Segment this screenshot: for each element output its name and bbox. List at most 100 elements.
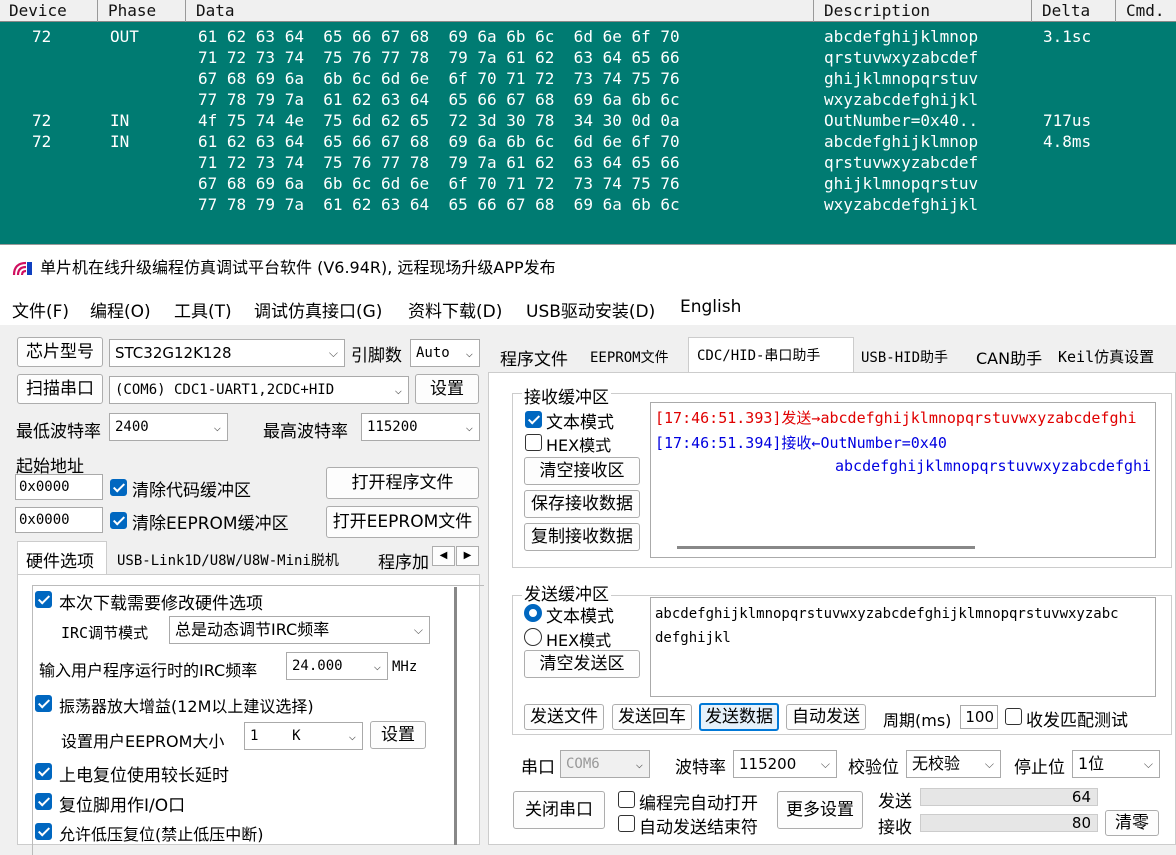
- eeprom-size-set-button[interactable]: 设置: [370, 721, 426, 749]
- column-data[interactable]: Data: [187, 0, 814, 22]
- period-input[interactable]: 100: [960, 705, 998, 729]
- tab-program-file[interactable]: 程序文件: [496, 345, 572, 370]
- analyzer-data-cell: 4f 75 74 4e 75 6d 62 65 72 3d 30 78 34 3…: [198, 111, 680, 130]
- stop-bits-label: 停止位: [1014, 758, 1065, 778]
- clear-count-button[interactable]: 清零: [1105, 810, 1159, 836]
- clear-eeprom-label: 清除EEPROM缓冲区: [132, 514, 289, 534]
- min-baud-select[interactable]: 2400 ⌵: [109, 413, 228, 441]
- analyzer-delta-cell: 3.1sc: [1043, 27, 1092, 46]
- menu-english[interactable]: English: [680, 297, 741, 317]
- clear-send-button[interactable]: 清空发送区: [524, 650, 640, 678]
- auto-open-checkbox[interactable]: [618, 791, 635, 808]
- copy-recv-button[interactable]: 复制接收数据: [524, 523, 640, 551]
- eeprom-size-select[interactable]: 1 K ⌵: [244, 722, 363, 750]
- send-textarea[interactable]: abcdefghijklmnopqrstuvwxyzabcdefghijklmn…: [650, 597, 1156, 697]
- send-data-button[interactable]: 发送数据: [699, 703, 779, 731]
- auto-end-label: 自动发送结束符: [639, 818, 758, 838]
- column-cmd[interactable]: Cmd.: [1117, 0, 1176, 22]
- serial-port-select[interactable]: COM6 ⌵: [560, 750, 650, 778]
- irc-freq-select[interactable]: 24.000 ⌵: [286, 652, 388, 680]
- analyzer-data-cell: 61 62 63 64 65 66 67 68 69 6a 6b 6c 6d 6…: [198, 27, 680, 46]
- clear-recv-button[interactable]: 清空接收区: [524, 457, 640, 485]
- send-enter-button[interactable]: 发送回车: [612, 704, 692, 730]
- pins-select[interactable]: Auto ⌵: [410, 339, 480, 367]
- send-text-line2: defghijkl: [655, 630, 731, 646]
- tab-eeprom-file[interactable]: EEPROM文件: [586, 347, 673, 367]
- stop-bits-select[interactable]: 1位 ⌵: [1072, 750, 1160, 778]
- tab-cdc-serial-helper[interactable]: CDC/HID-串口助手: [693, 345, 824, 365]
- tab-usb-link-offline[interactable]: USB-Link1D/U8W/U8W-Mini脱机: [113, 550, 343, 570]
- code-address-input[interactable]: 0x0000: [15, 474, 103, 500]
- chip-type-value: STC32G12K128: [115, 344, 232, 362]
- auto-send-button[interactable]: 自动发送: [786, 704, 866, 730]
- power-reset-checkbox[interactable]: [35, 763, 52, 780]
- parity-label: 校验位: [848, 758, 899, 778]
- recv-line-data: abcdefghijklmnopqrstuvwxyzabcdefghi: [835, 457, 1152, 475]
- recv-text-mode-checkbox[interactable]: [525, 411, 542, 428]
- open-program-file-button[interactable]: 打开程序文件: [326, 467, 479, 499]
- reset-pin-io-checkbox[interactable]: [35, 793, 52, 810]
- tab-hardware-options[interactable]: 硬件选项: [22, 547, 98, 572]
- clear-code-label: 清除代码缓冲区: [132, 481, 251, 501]
- chevron-down-icon: ⌵: [635, 757, 643, 771]
- menu-file[interactable]: 文件(F): [12, 297, 69, 322]
- power-reset-label: 上电复位使用较长延时: [59, 766, 229, 786]
- auto-end-checkbox[interactable]: [618, 815, 635, 832]
- clear-eeprom-checkbox[interactable]: [110, 512, 127, 529]
- irc-mode-value: 总是动态调节IRC频率: [175, 620, 330, 639]
- column-phase[interactable]: Phase: [99, 0, 186, 22]
- irc-mode-select[interactable]: 总是动态调节IRC频率 ⌵: [169, 616, 430, 644]
- chevron-down-icon: ⌵: [394, 383, 402, 397]
- save-recv-button[interactable]: 保存接收数据: [524, 490, 640, 518]
- column-delta[interactable]: Delta: [1033, 0, 1116, 22]
- max-baud-select[interactable]: 115200 ⌵: [361, 413, 480, 441]
- tab-can-helper[interactable]: CAN助手: [972, 345, 1046, 369]
- column-device[interactable]: Device: [0, 0, 98, 22]
- period-label: 周期(ms): [883, 711, 952, 730]
- menu-downloads[interactable]: 资料下载(D): [408, 297, 502, 322]
- analyzer-device-cell: 72: [32, 27, 52, 46]
- chevron-down-icon: ⌵: [465, 346, 473, 360]
- menu-usb-driver[interactable]: USB驱动安装(D): [526, 297, 655, 322]
- analyzer-desc-cell: abcdefghijklmnop: [824, 27, 979, 46]
- send-file-button[interactable]: 发送文件: [524, 704, 604, 730]
- tab-scroll-left-icon[interactable]: ◀: [432, 546, 455, 566]
- column-description[interactable]: Description: [815, 0, 1032, 22]
- recv-hex-mode-checkbox[interactable]: [525, 434, 542, 451]
- chip-type-button[interactable]: 芯片型号: [17, 337, 103, 367]
- send-hex-mode-radio[interactable]: [524, 628, 542, 646]
- parity-select[interactable]: 无校验 ⌵: [906, 750, 1001, 778]
- modify-hw-checkbox[interactable]: [35, 591, 52, 608]
- chevron-down-icon: ⌵: [328, 346, 338, 360]
- window-title: 单片机在线升级编程仿真调试平台软件 (V6.94R), 远程现场升级APP发布: [40, 258, 556, 277]
- tab-scroll-right-icon[interactable]: ▶: [456, 546, 479, 566]
- osc-gain-checkbox[interactable]: [35, 695, 52, 712]
- recv-textarea[interactable]: [17:46:51.393]发送→abcdefghijklmnopqrstuvw…: [650, 402, 1156, 558]
- tab-usb-hid-helper[interactable]: USB-HID助手: [857, 347, 952, 367]
- eeprom-address-input[interactable]: 0x0000: [15, 507, 103, 533]
- send-text-mode-label: 文本模式: [546, 607, 614, 627]
- recv-hscroll-thumb[interactable]: [677, 546, 975, 549]
- close-port-button[interactable]: 关闭串口: [513, 791, 605, 829]
- tab-keil-settings[interactable]: Keil仿真设置: [1054, 346, 1158, 367]
- scrollbar-thumb[interactable]: [454, 587, 457, 845]
- port-settings-button[interactable]: 设置: [415, 374, 479, 404]
- scan-port-button[interactable]: 扫描串口: [17, 374, 103, 404]
- menu-debug-interface[interactable]: 调试仿真接口(G): [254, 297, 382, 322]
- send-text-mode-radio[interactable]: [524, 604, 542, 622]
- port-select[interactable]: (COM6) CDC1-UART1,2CDC+HID ⌵: [109, 376, 409, 404]
- clear-code-checkbox[interactable]: [110, 479, 127, 496]
- lvd-checkbox[interactable]: [35, 823, 52, 840]
- more-settings-button[interactable]: 更多设置: [777, 791, 863, 829]
- menu-program[interactable]: 编程(O): [90, 297, 151, 322]
- menu-tools[interactable]: 工具(T): [174, 297, 232, 322]
- stop-bits-value: 1位: [1078, 754, 1105, 773]
- analyzer-data-cell: 67 68 69 6a 6b 6c 6d 6e 6f 70 71 72 73 7…: [198, 174, 680, 193]
- min-baud-label: 最低波特率: [16, 422, 101, 442]
- analyzer-data-cell: 71 72 73 74 75 76 77 78 79 7a 61 62 63 6…: [198, 48, 680, 67]
- chip-type-select[interactable]: STC32G12K128 ⌵: [109, 339, 345, 367]
- match-test-checkbox[interactable]: [1005, 708, 1022, 725]
- baud-select[interactable]: 115200 ⌵: [733, 750, 837, 778]
- open-eeprom-file-button[interactable]: 打开EEPROM文件: [326, 506, 479, 538]
- tab-program-encrypt[interactable]: 程序加: [374, 548, 432, 573]
